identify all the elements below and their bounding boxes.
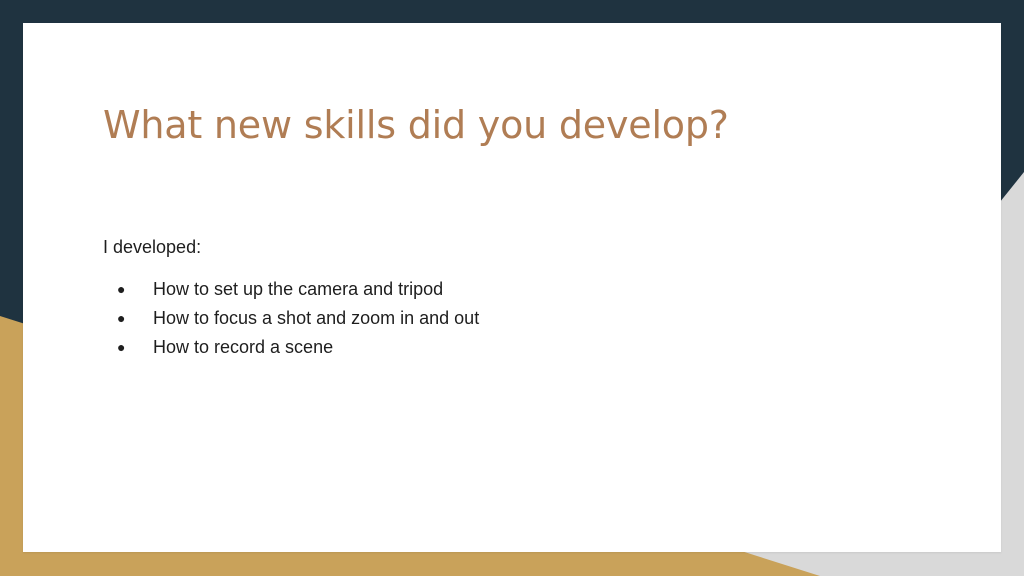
- bullet-dot-icon: ●: [117, 339, 126, 356]
- bullet-text: How to focus a shot and zoom in and out: [153, 308, 480, 329]
- intro-text: I developed:: [103, 237, 202, 257]
- bullet-item: ● How to set up the camera and tripod: [103, 275, 903, 304]
- bullet-dot-icon: ●: [117, 310, 126, 327]
- bullet-item: ● How to record a scene: [103, 333, 903, 362]
- bullet-text: How to record a scene: [153, 337, 334, 358]
- slide-card: What new skills did you develop? I devel…: [23, 23, 1001, 552]
- slide-body: I developed: ● How to set up the camera …: [103, 236, 903, 362]
- bullet-text: How to set up the camera and tripod: [153, 279, 444, 300]
- slide-title: What new skills did you develop?: [103, 103, 729, 147]
- bullet-item: ● How to focus a shot and zoom in and ou…: [103, 304, 903, 333]
- bullet-list: ● How to set up the camera and tripod ● …: [103, 275, 903, 362]
- bullet-dot-icon: ●: [117, 281, 126, 298]
